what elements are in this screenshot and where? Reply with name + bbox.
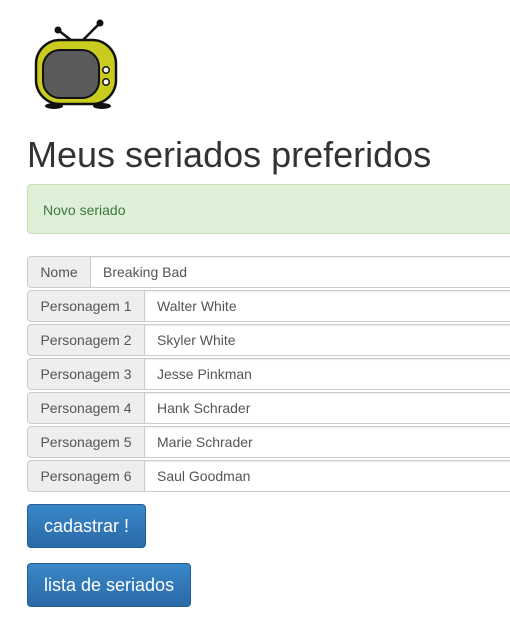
character-2-input-group: Personagem 2 Skyler White bbox=[27, 324, 510, 356]
series-list-button[interactable]: lista de seriados bbox=[27, 563, 192, 607]
character-5-label: Personagem 5 bbox=[27, 426, 145, 458]
character-6-label: Personagem 6 bbox=[27, 460, 145, 492]
character-4-label: Personagem 4 bbox=[27, 392, 145, 424]
character-3-input-group: Personagem 3 Jesse Pinkman bbox=[27, 358, 510, 390]
submit-button[interactable]: cadastrar ! bbox=[27, 504, 147, 548]
character-5-input-group: Personagem 5 Marie Schrader bbox=[27, 426, 510, 458]
character-6-input[interactable]: Saul Goodman bbox=[145, 460, 510, 492]
name-input-group: Nome Breaking Bad bbox=[27, 256, 510, 288]
success-alert: Novo seriado bbox=[27, 184, 510, 234]
name-input[interactable]: Breaking Bad bbox=[91, 256, 510, 288]
character-3-label: Personagem 3 bbox=[27, 358, 145, 390]
character-2-label: Personagem 2 bbox=[27, 324, 145, 356]
character-1-input[interactable]: Walter White bbox=[145, 290, 510, 322]
character-1-label: Personagem 1 bbox=[27, 290, 145, 322]
character-2-input[interactable]: Skyler White bbox=[145, 324, 510, 356]
character-5-input[interactable]: Marie Schrader bbox=[145, 426, 510, 458]
tv-icon bbox=[34, 19, 118, 109]
character-4-input-group: Personagem 4 Hank Schrader bbox=[27, 392, 510, 424]
character-6-input-group: Personagem 6 Saul Goodman bbox=[27, 460, 510, 492]
page-title: Meus seriados preferidos bbox=[27, 134, 432, 175]
character-4-input[interactable]: Hank Schrader bbox=[145, 392, 510, 424]
character-3-input[interactable]: Jesse Pinkman bbox=[145, 358, 510, 390]
name-label: Nome bbox=[27, 256, 91, 288]
page: Meus seriados preferidos Novo seriado No… bbox=[0, 0, 510, 632]
character-1-input-group: Personagem 1 Walter White bbox=[27, 290, 510, 322]
